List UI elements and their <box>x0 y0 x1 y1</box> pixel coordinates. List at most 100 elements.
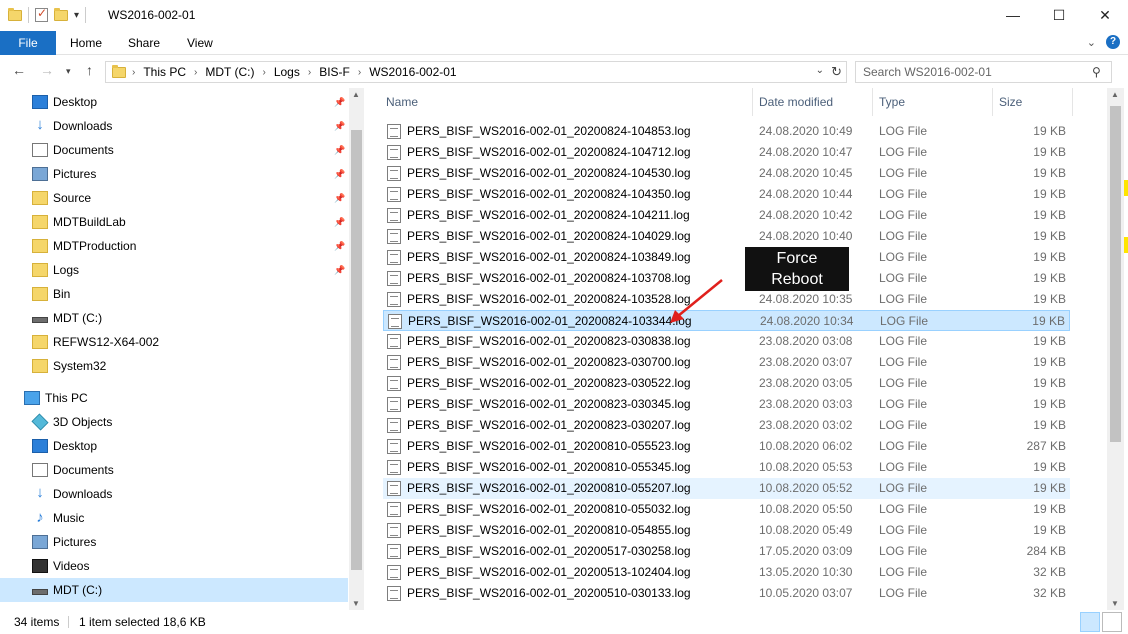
tab-share[interactable]: Share <box>128 31 160 55</box>
chevron-right-icon[interactable]: › <box>262 67 265 78</box>
pin-icon[interactable]: 📌 <box>334 241 345 252</box>
tab-view[interactable]: View <box>187 31 213 55</box>
pin-icon[interactable]: 📌 <box>334 217 345 228</box>
nav-item-pc-videos[interactable]: Videos <box>0 554 348 578</box>
navigation-pane-scrollbar[interactable]: ▲ ▼ <box>349 88 364 610</box>
pin-icon[interactable]: 📌 <box>334 265 345 276</box>
pin-icon[interactable]: 📌 <box>334 193 345 204</box>
pin-icon[interactable]: 📌 <box>334 121 345 132</box>
chevron-right-icon[interactable]: › <box>308 67 311 78</box>
scrollbar-thumb[interactable] <box>351 130 362 570</box>
properties-icon[interactable] <box>35 6 48 22</box>
file-row[interactable]: PERS_BISF_WS2016-002-01_20200824-104530.… <box>383 163 1070 184</box>
nav-item-downloads[interactable]: ↓ Downloads 📌 <box>0 114 348 138</box>
file-list-scrollbar[interactable]: ▲ ▼ <box>1107 88 1124 610</box>
nav-item-logs[interactable]: Logs 📌 <box>0 258 348 282</box>
expand-ribbon-icon[interactable]: ⌄ <box>1087 36 1096 49</box>
scrollbar-thumb[interactable] <box>1110 106 1121 442</box>
tab-home[interactable]: Home <box>70 31 102 55</box>
file-row[interactable]: PERS_BISF_WS2016-002-01_20200824-104712.… <box>383 142 1070 163</box>
tab-file[interactable]: File <box>0 31 56 55</box>
file-row[interactable]: PERS_BISF_WS2016-002-01_20200513-102404.… <box>383 562 1070 583</box>
help-icon[interactable]: ? <box>1106 35 1120 49</box>
customize-toolbar-dropdown-icon[interactable]: ▾ <box>74 10 79 21</box>
nav-item-mdtbuildlab[interactable]: MDTBuildLab 📌 <box>0 210 348 234</box>
nav-item-pictures[interactable]: Pictures 📌 <box>0 162 348 186</box>
nav-item-source[interactable]: Source 📌 <box>0 186 348 210</box>
file-row[interactable]: PERS_BISF_WS2016-002-01_20200823-030700.… <box>383 352 1070 373</box>
nav-item-system32[interactable]: System32 <box>0 354 348 378</box>
pin-icon[interactable]: 📌 <box>334 169 345 180</box>
nav-item-pc-3d-objects[interactable]: 3D Objects <box>0 410 348 434</box>
file-row[interactable]: PERS_BISF_WS2016-002-01_20200823-030207.… <box>383 415 1070 436</box>
chevron-right-icon[interactable]: › <box>358 67 361 78</box>
address-bar[interactable]: › This PC › MDT (C:) › Logs › BIS-F › WS… <box>105 61 847 83</box>
breadcrumb-logs[interactable]: Logs <box>274 65 300 79</box>
scroll-down-icon[interactable]: ▼ <box>352 599 360 608</box>
nav-item-pc-music[interactable]: ♪ Music <box>0 506 348 530</box>
log-file-icon <box>387 292 401 307</box>
nav-item-mdtproduction[interactable]: MDTProduction 📌 <box>0 234 348 258</box>
column-divider[interactable] <box>752 88 753 116</box>
nav-item-mdt-c-[interactable]: MDT (C:) <box>0 306 348 330</box>
file-row[interactable]: PERS_BISF_WS2016-002-01_20200824-103849.… <box>383 247 1070 268</box>
nav-item-refws12-x64-002[interactable]: REFWS12-X64-002 <box>0 330 348 354</box>
file-row[interactable]: PERS_BISF_WS2016-002-01_20200810-055523.… <box>383 436 1070 457</box>
forward-arrow-icon[interactable]: → <box>40 62 54 78</box>
pin-icon[interactable]: 📌 <box>334 145 345 156</box>
column-divider[interactable] <box>1072 88 1073 116</box>
search-input[interactable]: Search WS2016-002-01 <box>855 61 1112 83</box>
minimize-button[interactable]: — <box>990 0 1036 30</box>
file-row[interactable]: PERS_BISF_WS2016-002-01_20200823-030522.… <box>383 373 1070 394</box>
column-divider[interactable] <box>872 88 873 116</box>
scroll-up-icon[interactable]: ▲ <box>352 90 360 99</box>
file-row[interactable]: PERS_BISF_WS2016-002-01_20200823-030345.… <box>383 394 1070 415</box>
chevron-right-icon[interactable]: › <box>132 67 135 78</box>
file-row[interactable]: PERS_BISF_WS2016-002-01_20200824-104029.… <box>383 226 1070 247</box>
breadcrumb-this-pc[interactable]: This PC <box>143 65 186 79</box>
file-row[interactable]: PERS_BISF_WS2016-002-01_20200810-055032.… <box>383 499 1070 520</box>
nav-item-documents[interactable]: Documents 📌 <box>0 138 348 162</box>
nav-item-pc-downloads[interactable]: ↓ Downloads <box>0 482 348 506</box>
column-header-name[interactable]: Name <box>386 88 418 116</box>
file-row[interactable]: PERS_BISF_WS2016-002-01_20200824-104211.… <box>383 205 1070 226</box>
address-history-dropdown-icon[interactable]: ⌄ <box>816 65 824 76</box>
large-icons-view-button[interactable] <box>1102 612 1122 632</box>
file-type: LOG File <box>879 292 928 306</box>
nav-item-bin[interactable]: Bin <box>0 282 348 306</box>
breadcrumb-drive[interactable]: MDT (C:) <box>205 65 254 79</box>
column-divider[interactable] <box>992 88 993 116</box>
new-folder-icon[interactable] <box>54 7 68 21</box>
file-row[interactable]: PERS_BISF_WS2016-002-01_20200824-104853.… <box>383 121 1070 142</box>
breadcrumb-current[interactable]: WS2016-002-01 <box>369 65 456 79</box>
file-row[interactable]: PERS_BISF_WS2016-002-01_20200517-030258.… <box>383 541 1070 562</box>
nav-item-this-pc[interactable]: This PC <box>0 386 348 410</box>
scroll-down-icon[interactable]: ▼ <box>1111 599 1119 608</box>
nav-item-desktop[interactable]: Desktop 📌 <box>0 90 348 114</box>
nav-item-pc-documents[interactable]: Documents <box>0 458 348 482</box>
up-arrow-icon[interactable]: ↑ <box>86 62 93 78</box>
file-row[interactable]: PERS_BISF_WS2016-002-01_20200810-055345.… <box>383 457 1070 478</box>
column-header-date-modified[interactable]: Date modified <box>759 88 833 116</box>
file-row[interactable]: PERS_BISF_WS2016-002-01_20200824-104350.… <box>383 184 1070 205</box>
file-row[interactable]: PERS_BISF_WS2016-002-01_20200810-054855.… <box>383 520 1070 541</box>
refresh-icon[interactable]: ↻ <box>831 64 842 80</box>
pin-icon[interactable]: 📌 <box>334 97 345 108</box>
close-button[interactable]: ✕ <box>1082 0 1128 30</box>
back-arrow-icon[interactable]: ← <box>12 62 26 78</box>
file-row[interactable]: PERS_BISF_WS2016-002-01_20200810-055207.… <box>383 478 1070 499</box>
nav-item-pc-pictures[interactable]: Pictures <box>0 530 348 554</box>
nav-item-pc-desktop[interactable]: Desktop <box>0 434 348 458</box>
file-row[interactable]: PERS_BISF_WS2016-002-01_20200823-030838.… <box>383 331 1070 352</box>
details-view-button[interactable] <box>1080 612 1100 632</box>
search-icon[interactable]: ⚲ <box>1092 65 1121 79</box>
recent-locations-icon[interactable]: ▾ <box>66 66 71 77</box>
breadcrumb-bis-f[interactable]: BIS-F <box>319 65 350 79</box>
nav-item-pc-mdt-c-[interactable]: MDT (C:) <box>0 578 348 602</box>
chevron-right-icon[interactable]: › <box>194 67 197 78</box>
column-header-size[interactable]: Size <box>999 88 1022 116</box>
scroll-up-icon[interactable]: ▲ <box>1111 90 1119 99</box>
maximize-button[interactable]: ☐ <box>1036 0 1082 30</box>
file-row[interactable]: PERS_BISF_WS2016-002-01_20200510-030133.… <box>383 583 1070 604</box>
column-header-type[interactable]: Type <box>879 88 905 116</box>
